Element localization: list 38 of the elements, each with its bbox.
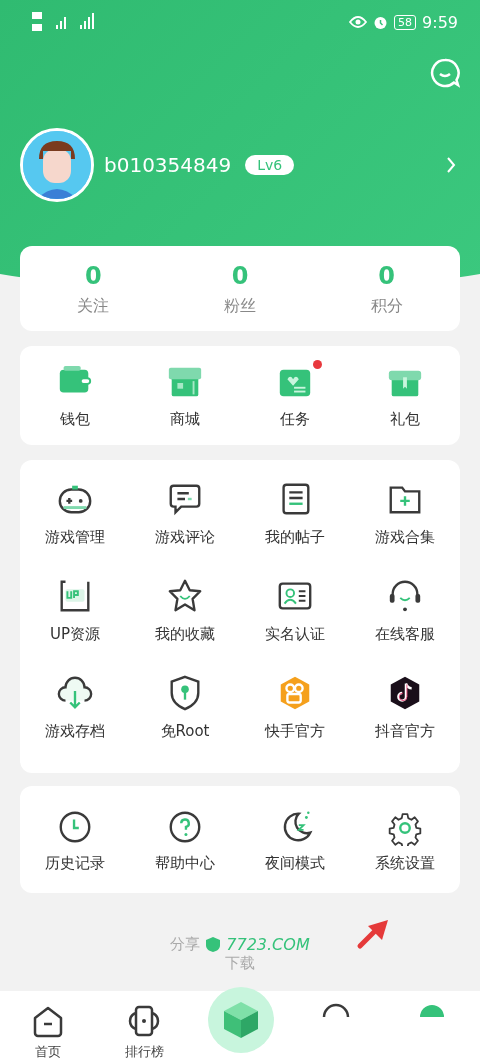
stat-label[interactable]: 粉丝 — [224, 296, 256, 317]
menu-label[interactable]: 系统设置 — [375, 854, 435, 873]
stat-label[interactable]: 关注 — [77, 296, 110, 317]
menu-label[interactable]: 实名认证 — [265, 625, 325, 644]
menu-label[interactable]: 夜间模式 — [265, 854, 325, 873]
cube-icon — [222, 1000, 260, 1040]
nav-tab[interactable]: 首页 — [0, 991, 96, 1061]
status-time: 9:59 — [422, 12, 458, 32]
level-badge: Lv6 — [245, 155, 295, 175]
menu-label[interactable]: 免Root — [160, 722, 210, 741]
menu-label[interactable]: UP资源 — [50, 625, 100, 644]
eye-icon — [349, 16, 368, 28]
menu-label[interactable]: 在线客服 — [375, 625, 435, 644]
menu-label[interactable]: 抖音官方 — [375, 722, 435, 741]
menu-label[interactable]: 钱包 — [60, 410, 90, 429]
share-text: 下载 — [225, 954, 255, 973]
menu-label[interactable]: 游戏管理 — [45, 528, 105, 547]
share-label: 分享 — [170, 935, 201, 954]
menu-label[interactable]: 游戏合集 — [375, 528, 435, 547]
menu-label[interactable]: 商城 — [170, 410, 200, 429]
username: b010354849 — [104, 153, 232, 177]
menu-label[interactable]: 快手官方 — [265, 722, 325, 741]
menu-label[interactable]: 我的收藏 — [155, 625, 215, 644]
menu-label[interactable]: 帮助中心 — [155, 854, 215, 873]
menu-label[interactable]: 游戏存档 — [45, 722, 105, 741]
shield-logo-icon — [206, 937, 221, 952]
stat-label[interactable]: 积分 — [370, 296, 403, 317]
menu-label[interactable]: 历史记录 — [45, 854, 105, 873]
arrow-annotation — [356, 918, 390, 950]
menu-label[interactable]: 游戏评论 — [155, 528, 215, 547]
menu-label[interactable]: 我的帖子 — [265, 528, 325, 547]
tab-icon[interactable] — [322, 1003, 350, 1019]
nav-tab[interactable]: 排行榜 — [96, 991, 192, 1061]
menu-label[interactable]: 任务 — [280, 410, 310, 429]
menu-label[interactable]: 礼包 — [390, 410, 420, 429]
ranking-icon — [126, 1003, 162, 1039]
battery-level: 58 — [394, 14, 417, 30]
alarm-icon — [373, 14, 389, 30]
